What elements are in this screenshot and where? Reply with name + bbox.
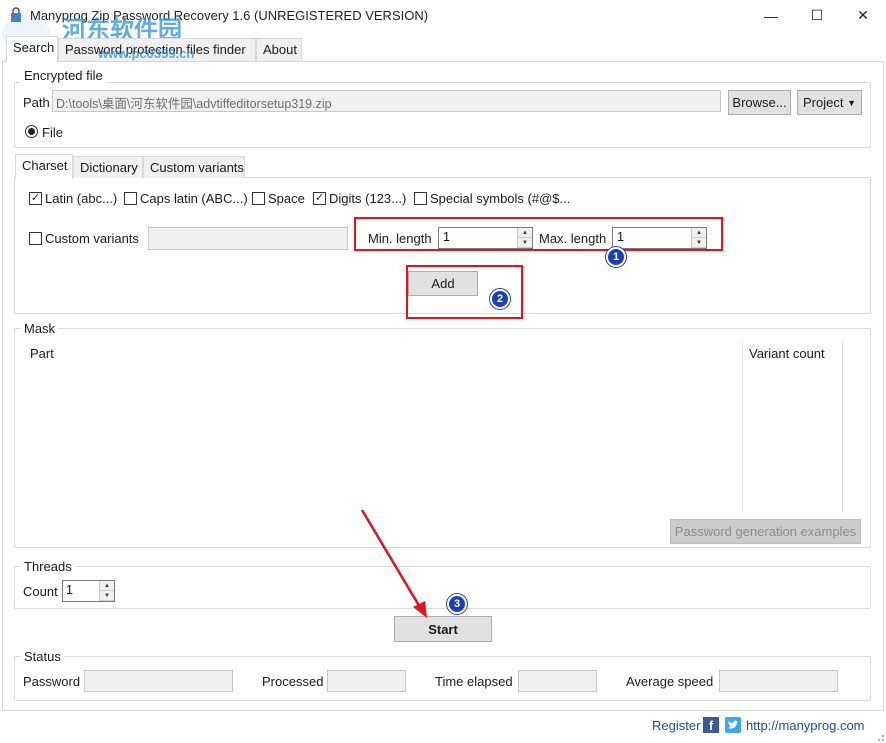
watermark-url: www.pc0359.cn <box>98 46 195 61</box>
website-link[interactable]: http://manyprog.com <box>746 718 865 733</box>
spin-up-icon[interactable]: ▲ <box>100 581 114 591</box>
caps-latin-label: Caps latin (ABC...) <box>140 191 248 206</box>
close-button[interactable]: ✕ <box>840 0 886 31</box>
browse-button[interactable]: Browse... <box>728 90 791 115</box>
password-label: Password <box>23 674 81 689</box>
mask-label: Mask <box>21 321 59 336</box>
threads-label: Threads <box>21 559 75 574</box>
minimize-icon: — <box>764 7 778 24</box>
tab-charset[interactable]: Charset <box>15 154 73 179</box>
maximize-button[interactable]: ☐ <box>794 0 840 31</box>
latin-checkbox[interactable]: ✓ <box>29 192 42 205</box>
time-elapsed-field <box>518 670 597 692</box>
encrypted-file-label: Encrypted file <box>21 68 106 83</box>
password-generation-examples-button[interactable]: Password generation examples <box>670 519 861 544</box>
processed-field <box>327 670 406 692</box>
threads-group <box>14 566 871 609</box>
app-icon <box>11 7 21 22</box>
path-label: Path <box>23 95 50 110</box>
tab-dictionary[interactable]: Dictionary <box>73 156 143 178</box>
space-label: Space <box>268 191 305 206</box>
latin-label: Latin (abc...) <box>45 191 118 206</box>
resize-grip-icon[interactable] <box>873 730 885 742</box>
digits-label: Digits (123...) <box>329 191 407 206</box>
project-button[interactable]: Project ▼ <box>797 90 862 115</box>
dropdown-arrow-icon: ▼ <box>847 97 856 108</box>
status-label: Status <box>21 649 64 664</box>
checkmark-icon: ✓ <box>30 192 41 204</box>
time-elapsed-label: Time elapsed <box>435 674 513 689</box>
count-label: Count <box>23 584 58 599</box>
custom-variants-field[interactable] <box>148 227 348 250</box>
file-radio[interactable] <box>25 125 38 138</box>
column-divider <box>742 341 743 512</box>
maximize-icon: ☐ <box>810 7 824 23</box>
custom-variants-checkbox[interactable] <box>29 232 42 245</box>
twitter-icon[interactable] <box>725 717 741 733</box>
annotation-badge-3: 3 <box>447 594 467 614</box>
custom-variants-label: Custom variants <box>45 231 139 246</box>
space-checkbox[interactable] <box>252 192 265 205</box>
password-field <box>84 670 233 692</box>
average-speed-label: Average speed <box>626 674 714 689</box>
annotation-badge-1: 1 <box>606 247 626 267</box>
digits-checkbox[interactable]: ✓ <box>313 192 326 205</box>
close-icon: ✕ <box>857 7 869 23</box>
file-radio-label: File <box>42 125 63 140</box>
variant-count-column-header: Variant count <box>749 346 825 361</box>
tab-custom-variants[interactable]: Custom variants <box>143 156 245 178</box>
path-field[interactable]: D:\tools\桌面\河东软件园\advtiffeditorsetup319.… <box>52 90 721 112</box>
tab-search[interactable]: Search <box>6 36 58 62</box>
annotation-box-1 <box>354 217 723 251</box>
checkmark-icon: ✓ <box>314 192 325 204</box>
tab-about[interactable]: About <box>256 38 302 61</box>
annotation-arrow-3 <box>360 509 427 618</box>
spin-down-icon[interactable]: ▼ <box>100 591 114 601</box>
average-speed-field <box>719 670 838 692</box>
facebook-icon[interactable]: f <box>703 717 719 733</box>
processed-label: Processed <box>262 674 324 689</box>
caps-latin-checkbox[interactable] <box>124 192 137 205</box>
special-symbols-checkbox[interactable] <box>414 192 427 205</box>
thread-count-spinner[interactable]: ▲ ▼ <box>99 581 114 601</box>
column-divider <box>842 341 843 512</box>
special-symbols-label: Special symbols (#@$... <box>430 191 571 206</box>
annotation-badge-2: 2 <box>490 289 510 309</box>
radio-dot <box>28 128 35 135</box>
part-column-header: Part <box>30 346 54 361</box>
register-link[interactable]: Register <box>652 718 700 733</box>
minimize-button[interactable]: — <box>748 0 794 31</box>
